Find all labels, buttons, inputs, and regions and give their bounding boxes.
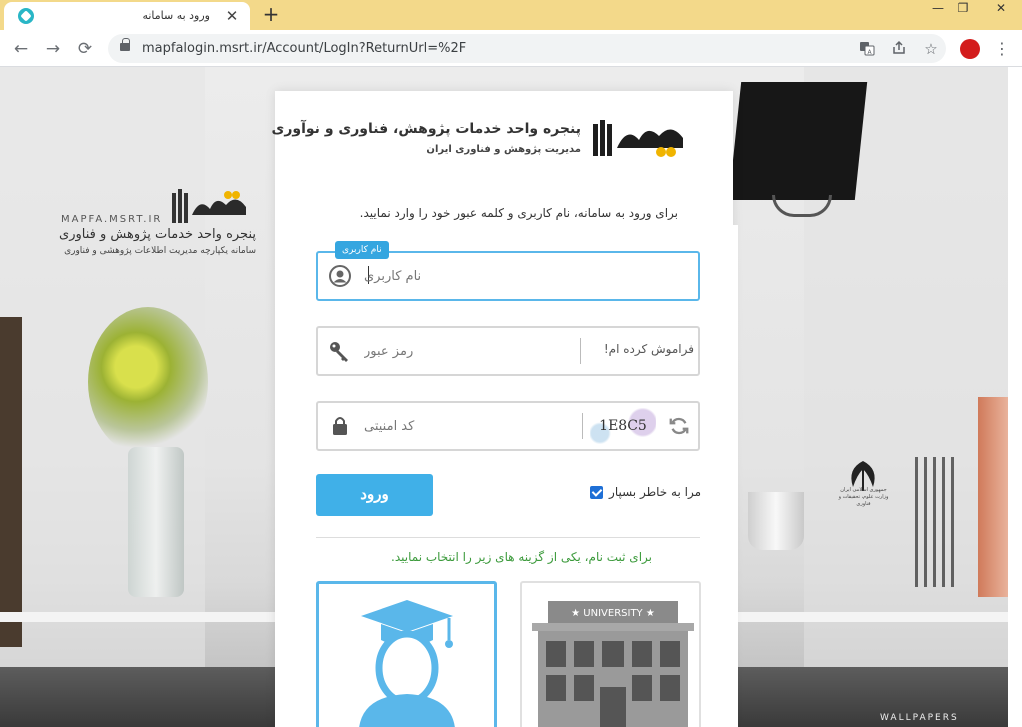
lock-icon[interactable] (120, 38, 130, 51)
background-site-name: MAPFA.MSRT.IR (61, 214, 163, 225)
captcha-image: 1E8C5 (590, 408, 656, 444)
refresh-captcha-icon[interactable] (668, 415, 690, 437)
captcha-input[interactable] (364, 414, 524, 438)
mapfa-brand-logo-icon (593, 120, 683, 157)
window-maximize-button[interactable]: ❐ (945, 0, 981, 16)
page-viewport: WALLPAPERS MAPFA.MSRT.IR پنجره واحد خدما… (0, 67, 1008, 727)
key-icon (330, 342, 348, 362)
username-floating-label: نام کاربری (335, 241, 389, 259)
background-flowers (88, 307, 208, 457)
register-student-option[interactable] (316, 581, 497, 727)
background-bookshelf (0, 317, 22, 647)
tab-bar: ورود به سامانه ✕ + — ❐ ✕ (0, 0, 1022, 30)
browser-toolbar: ← → ⟳ mapfalogin.msrt.ir/Account/LogIn?R… (0, 30, 1022, 67)
reload-button[interactable]: ⟳ (74, 38, 96, 60)
address-bar[interactable]: mapfalogin.msrt.ir/Account/LogIn?ReturnU… (108, 34, 946, 63)
emblem-caption: جمهوری اسلامی ایران وزارت علوم، تحقیقات … (838, 487, 889, 507)
background-cup (748, 492, 804, 550)
student-graduate-icon (359, 600, 455, 727)
login-button[interactable]: ورود (316, 474, 433, 516)
brand-subtitle: مدیریت پژوهش و فناوری ایران (426, 144, 581, 155)
translate-icon[interactable]: A (858, 40, 876, 58)
card-edge (733, 225, 738, 727)
wallpaper-watermark: WALLPAPERS (880, 713, 959, 723)
user-icon (329, 265, 351, 287)
login-card: پنجره واحد خدمات پژوهش، فناوری و نوآوری … (271, 91, 733, 727)
tab-active[interactable]: ورود به سامانه ✕ (4, 2, 250, 30)
university-building-icon: ★ UNIVERSITY ★ (532, 601, 694, 727)
background-vase (128, 447, 184, 597)
new-tab-button[interactable]: + (260, 2, 282, 26)
remember-me-label[interactable]: مرا به خاطر بسپار (609, 485, 701, 499)
forward-button[interactable]: → (42, 38, 64, 60)
profile-avatar[interactable] (960, 39, 980, 59)
divider (316, 537, 700, 538)
back-button[interactable]: ← (10, 38, 32, 60)
register-university-option[interactable]: ★ UNIVERSITY ★ (520, 581, 701, 727)
background-lamp (728, 82, 868, 200)
tab-close-icon[interactable]: ✕ (222, 6, 242, 26)
login-instructions: برای ورود به سامانه، نام کاربری و کلمه ع… (359, 206, 678, 220)
background-subtitle: سامانه یکپارچه مدیریت اطلاعات پژوهشی و ف… (64, 246, 256, 256)
password-field[interactable]: فراموش کرده ام! (316, 326, 700, 376)
password-input[interactable] (364, 339, 524, 363)
background-books (978, 397, 1008, 597)
tab-title: ورود به سامانه (142, 9, 210, 22)
remember-me-checkbox[interactable] (590, 485, 604, 499)
username-input[interactable] (364, 264, 684, 288)
background-logo: MAPFA.MSRT.IR پنجره واحد خدمات پژوهش و ف… (40, 185, 260, 275)
bookmark-star-icon[interactable]: ☆ (922, 40, 940, 58)
mapfa-logo-icon (172, 189, 246, 223)
share-icon[interactable] (890, 40, 908, 58)
site-favicon-icon (18, 8, 34, 24)
university-sign-text: ★ UNIVERSITY ★ (571, 608, 655, 619)
lock-icon (333, 417, 347, 435)
background-pen-holder (915, 457, 955, 587)
password-separator (580, 338, 581, 364)
brand-title: پنجره واحد خدمات پژوهش، فناوری و نوآوری (271, 121, 581, 137)
captcha-separator (582, 413, 583, 439)
captcha-field[interactable]: 1E8C5 (316, 401, 700, 451)
remember-me[interactable]: مرا به خاطر بسپار (590, 485, 701, 499)
window-close-button[interactable]: ✕ (980, 0, 1022, 16)
forgot-password-link[interactable]: فراموش کرده ام! (590, 342, 694, 356)
browser-menu-icon[interactable]: ⋮ (994, 38, 1010, 60)
register-instructions: برای ثبت نام، یکی از گزینه های زیر را ان… (391, 550, 652, 564)
url-text[interactable]: mapfalogin.msrt.ir/Account/LogIn?ReturnU… (142, 41, 466, 56)
background-title: پنجره واحد خدمات پژوهش و فناوری (59, 227, 256, 242)
